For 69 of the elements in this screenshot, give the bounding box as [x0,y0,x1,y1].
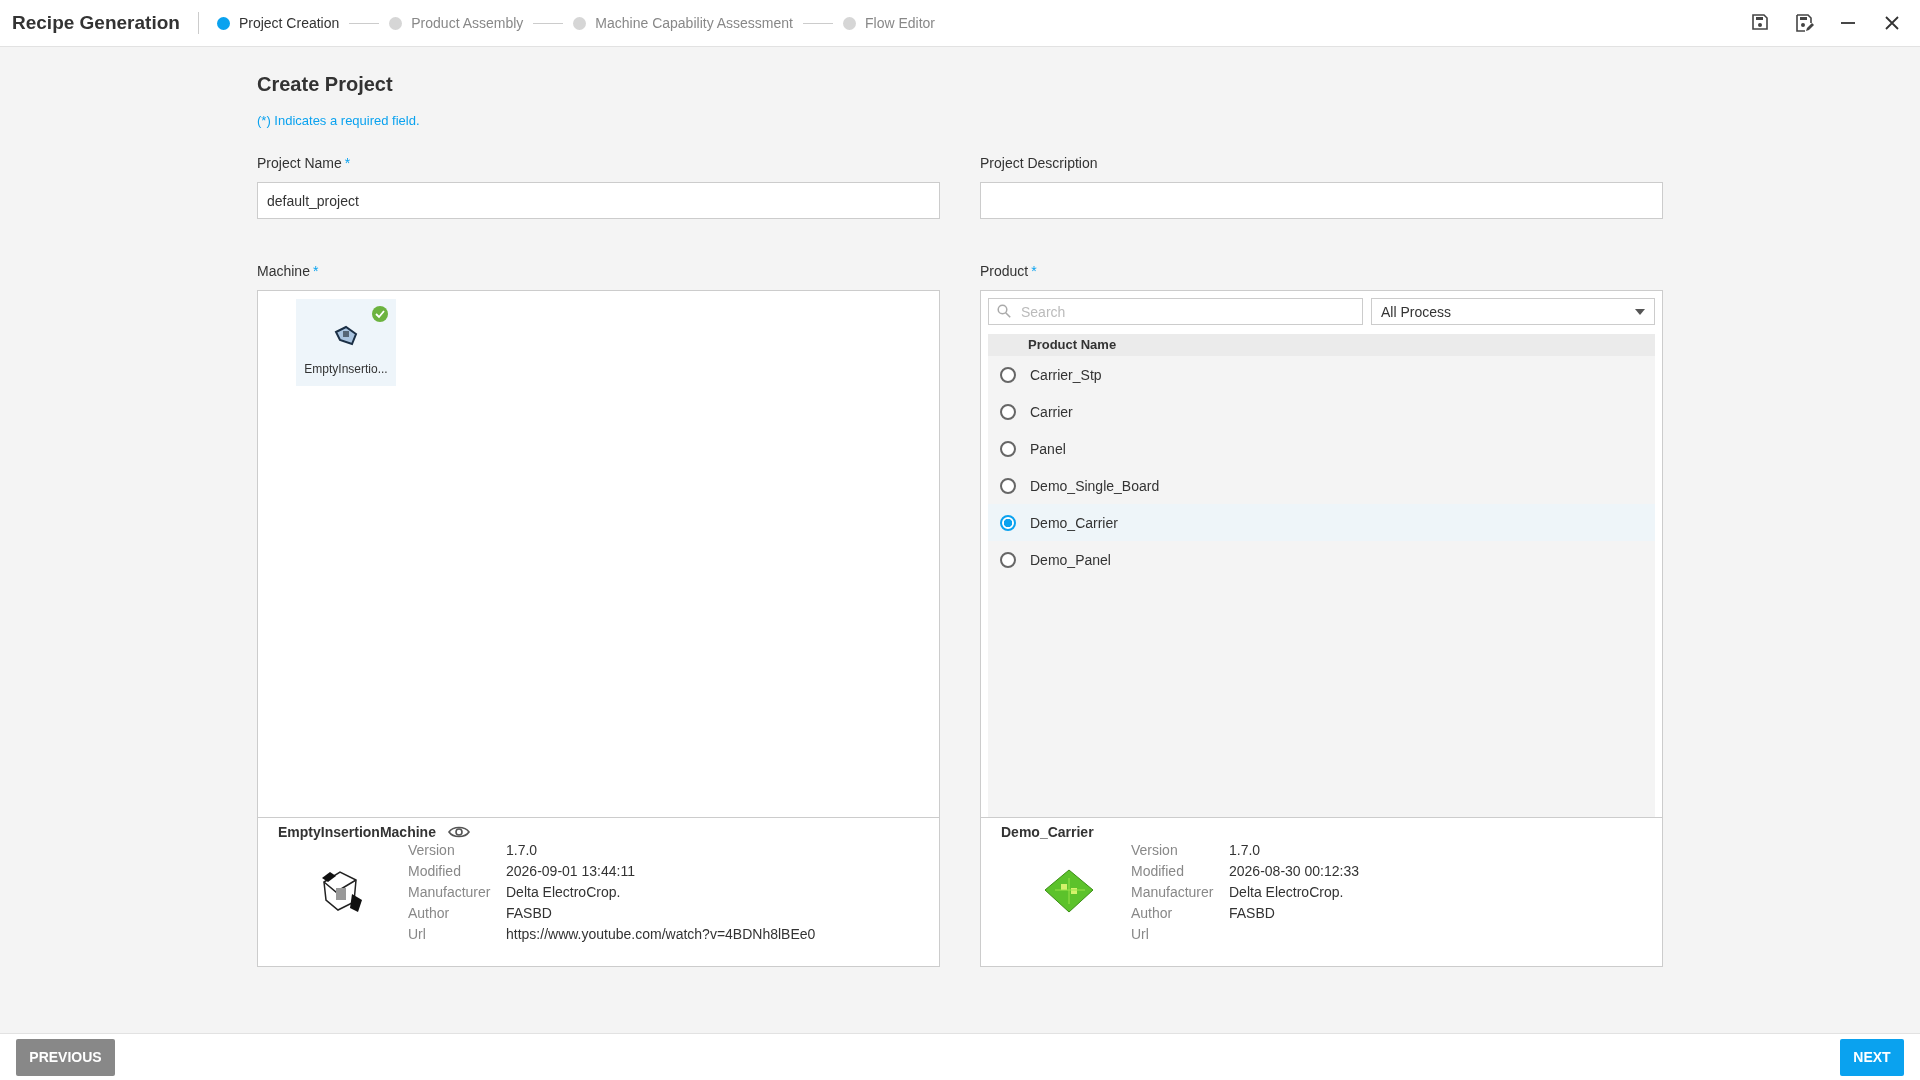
circuit-board-drawing [1044,869,1093,913]
detail-label: Url [1131,926,1150,942]
product-row[interactable]: Demo_Single_Board [988,467,1655,504]
column-header: Product Name [988,334,1655,356]
product-name: Demo_Panel [1030,551,1111,568]
detail-label: Manufacturer [408,884,492,900]
radio-button[interactable] [1000,551,1016,568]
detail-label: Manufacturer [1131,884,1215,900]
step-label[interactable]: Flow Editor [865,15,936,31]
minimize-icon [1841,22,1855,24]
save-edit-icon [1794,13,1814,33]
required-mark: * [344,155,351,171]
detail-value: 2026-09-01 13:44:11 [506,863,636,879]
detail-label: Url [408,926,427,942]
detail-label: Modified [1131,863,1185,879]
required-mark: * [1031,263,1037,279]
caret-icon [1635,308,1645,315]
product-row[interactable]: Carrier_Stp [988,356,1655,393]
field-label: Project Name [257,155,342,171]
field-label: Project Description [980,155,1098,171]
search-field[interactable]: Search [988,298,1363,325]
step-label[interactable]: Product Assembly [411,15,524,31]
app-title: Recipe Generation [12,12,180,34]
detail-label: Version [1131,842,1179,858]
product-row[interactable]: Carrier [988,393,1655,430]
detail-label: Author [1131,905,1174,921]
previous-button[interactable]: PREVIOUS [16,1038,115,1076]
process-dropdown[interactable]: All Process [1371,298,1655,325]
info-title: EmptyInsertionMachine [278,824,436,840]
radio-button[interactable] [1000,403,1016,420]
detail-value: 2026-08-30 00:12:33 [1229,863,1359,879]
search-icon [997,304,1011,318]
machine-drawing [321,871,362,912]
required-mark: * [312,263,319,279]
required-note: (*) Indicates a required field. [257,113,421,128]
section-label: Product [980,263,1029,279]
text-field[interactable]: default_project [257,182,940,219]
detail-value: Delta ElectroCrop. [506,884,622,900]
product-name: Carrier_Stp [1030,366,1102,383]
machine-tile[interactable]: EmptyInsertio... [296,299,396,386]
product-row[interactable]: Demo_Carrier [988,504,1655,541]
detail-value: FASBD [1229,905,1276,921]
radio-button[interactable] [1000,514,1016,531]
detail-label: Author [408,905,451,921]
detail-label: Modified [408,863,462,879]
detail-value: 1.7.0 [1229,842,1262,858]
radio-button[interactable] [1000,366,1016,383]
page-title: Create Project [257,73,394,96]
info-title: Demo_Carrier [1001,824,1094,840]
section-label: Machine [257,263,310,279]
save-icon [1750,13,1770,33]
text-field[interactable] [980,182,1663,219]
tile-label: EmptyInsertio... [304,362,388,376]
detail-value: 1.7.0 [506,842,539,858]
detail-label: Version [408,842,456,858]
detail-value: FASBD [506,905,553,921]
product-name: Carrier [1030,403,1073,420]
detail-value: Delta ElectroCrop. [1229,884,1345,900]
product-name: Demo_Carrier [1030,514,1118,531]
radio-button[interactable] [1000,440,1016,457]
product-name: Demo_Single_Board [1030,477,1160,494]
step-label[interactable]: Project Creation [238,15,340,31]
eye-icon [447,824,470,840]
machine-icon [332,324,360,348]
product-name: Panel [1030,440,1066,457]
product-row[interactable]: Demo_Panel [988,541,1655,578]
step-label[interactable]: Machine Capability Assessment [595,15,793,31]
radio-button[interactable] [1000,477,1016,494]
product-row[interactable]: Panel [988,430,1655,467]
